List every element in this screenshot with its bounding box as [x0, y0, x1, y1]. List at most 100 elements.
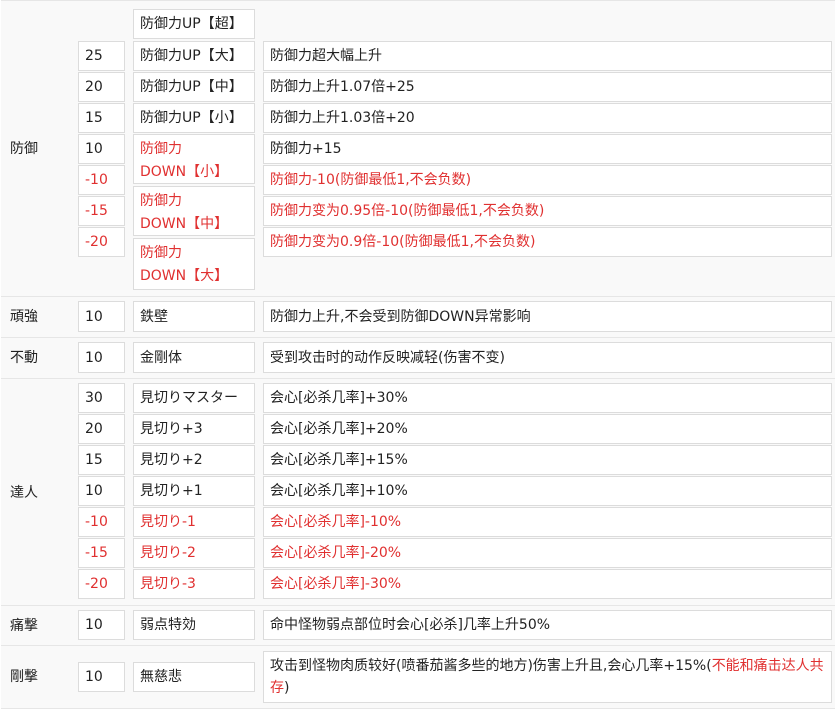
points-cell: -15 — [78, 538, 125, 568]
points-value: -15 — [85, 545, 108, 561]
skill-name: 不動 — [10, 350, 38, 366]
points-cell: 10 — [78, 662, 125, 692]
effect-desc: 防御力上升1.07倍+25 — [270, 79, 415, 95]
effect-desc: 攻击到怪物肉质较好(喷番茄酱多些的地方)伤害上升且,会心几率+15%(不能和痛击… — [270, 655, 825, 699]
effect-desc: 防御力超大幅上升 — [270, 48, 382, 64]
points-value: 10 — [85, 483, 103, 499]
skill-effect-name-cell: 防御力UP【超】 — [133, 9, 255, 39]
points-cell: 20 — [78, 414, 125, 444]
points-cell: 25 — [78, 41, 125, 71]
points-cell: -15 — [78, 196, 125, 226]
points-cell: 10 — [78, 134, 125, 164]
effect-desc: 命中怪物弱点部位时会心[必杀]几率上升50% — [270, 617, 551, 633]
effect-desc-cell: 防御力-10(防御最低1,不会负数) — [263, 165, 832, 195]
effect-desc-cell: 防御力变为0.95倍-10(防御最低1,不会负数) — [263, 196, 832, 226]
skill-effect-name-cell: 防御力 DOWN【小】 — [133, 134, 255, 184]
name-line-1: 防御力 — [140, 245, 182, 261]
points-value: 10 — [85, 617, 103, 633]
skill-effect-name: 弱点特効 — [140, 617, 196, 633]
skill-effect-name-cell: 見切り-1 — [133, 507, 255, 537]
effect-desc: 会心[必杀几率]-20% — [270, 545, 402, 561]
effect-desc-main: 攻击到怪物肉质较好(喷番茄酱多些的地方)伤害上升且,会心几率+15%( — [270, 658, 712, 674]
points-value: 30 — [85, 390, 103, 406]
skill-effect-name: 見切り+2 — [140, 452, 203, 468]
effect-desc: 会心[必杀几率]+20% — [270, 421, 408, 437]
points-cell: 20 — [78, 72, 125, 102]
skill-name: 剛撃 — [10, 669, 38, 685]
effect-desc-cell: 防御力上升1.07倍+25 — [263, 72, 832, 102]
skill-effect-name: 無慈悲 — [140, 669, 182, 685]
skill-effect-name-cell: 防御力UP【中】 — [133, 72, 255, 102]
skill-effect-name-cell: 無慈悲 — [133, 662, 255, 692]
points-value: 10 — [85, 308, 103, 325]
effect-desc: 防御力上升1.03倍+20 — [270, 110, 415, 126]
skill-name: 防御 — [10, 141, 38, 157]
effect-desc: 防御力上升,不会受到防御DOWN异常影响 — [270, 308, 531, 325]
skill-name: 達人 — [10, 485, 38, 501]
points-cell: 10 — [78, 301, 125, 332]
skill-effect-name: 見切り+1 — [140, 483, 203, 499]
points-value: 10 — [85, 141, 103, 157]
effect-desc-cell: 受到攻击时的动作反映减轻(伤害不变) — [263, 342, 832, 373]
points-cell: 30 — [78, 383, 125, 413]
skill-effect-name: 防御力UP【超】 — [140, 16, 243, 32]
effect-desc-cell: 会心[必杀几率]+15% — [263, 445, 832, 475]
skill-effect-name: 防御力UP【中】 — [140, 79, 243, 95]
points-cell: -10 — [78, 507, 125, 537]
name-line-2: DOWN【中】 — [140, 216, 229, 232]
effect-desc: 防御力变为0.95倍-10(防御最低1,不会负数) — [270, 203, 545, 219]
skill-effect-name-cell: 見切り-3 — [133, 569, 255, 599]
points-value: 10 — [85, 669, 103, 685]
effect-desc: 会心[必杀几率]-30% — [270, 576, 402, 592]
skill-effect-name: 見切り-3 — [140, 576, 196, 592]
points-cell: -20 — [78, 569, 125, 599]
skill-effect-name: 見切り-1 — [140, 514, 196, 530]
effect-desc: 会心[必杀几率]+10% — [270, 483, 408, 499]
points-value: -20 — [85, 234, 108, 250]
skill-effect-name: 見切りマスター — [140, 390, 238, 406]
effect-desc-cell: 会心[必杀几率]-30% — [263, 569, 832, 599]
effect-desc-cell: 防御力+15 — [263, 134, 832, 164]
skill-effect-name-cell: 見切り-2 — [133, 538, 255, 568]
points-value: 25 — [85, 48, 103, 64]
skill-effect-name-cell: 防御力UP【大】 — [133, 41, 255, 71]
points-cell: 10 — [78, 610, 125, 640]
skill-effect-name: 防御力 DOWN【小】 — [140, 138, 228, 184]
skill-effect-name-cell: 防御力 DOWN【中】 — [133, 186, 255, 236]
skill-effect-name-cell: 金剛体 — [133, 342, 255, 373]
skill-effect-name: 防御力 DOWN【中】 — [140, 190, 228, 236]
skill-effect-name-cell: 見切り+3 — [133, 414, 255, 444]
effect-desc: 会心[必杀几率]+30% — [270, 390, 408, 406]
points-value: -20 — [85, 576, 108, 592]
effect-desc-cell: 攻击到怪物肉质较好(喷番茄酱多些的地方)伤害上升且,会心几率+15%(不能和痛击… — [263, 651, 832, 703]
effect-desc: 防御力变为0.9倍-10(防御最低1,不会负数) — [270, 234, 536, 250]
effect-desc-cell: 命中怪物弱点部位时会心[必杀]几率上升50% — [263, 610, 832, 640]
skill-effect-name: 防御力UP【大】 — [140, 48, 243, 64]
points-value: 10 — [85, 349, 103, 366]
effect-desc-cell: 防御力超大幅上升 — [263, 41, 832, 71]
points-value: 20 — [85, 79, 103, 95]
effect-desc: 会心[必杀几率]+15% — [270, 452, 408, 468]
points-cell: 10 — [78, 476, 125, 506]
points-value: 20 — [85, 421, 103, 437]
effect-desc-cell: 会心[必杀几率]+10% — [263, 476, 832, 506]
effect-desc: 防御力-10(防御最低1,不会负数) — [270, 172, 472, 188]
skill-effect-name-cell: 見切り+2 — [133, 445, 255, 475]
skill-effect-name: 防御力 DOWN【大】 — [140, 242, 228, 288]
points-value: 15 — [85, 452, 103, 468]
effect-desc: 会心[必杀几率]-10% — [270, 514, 402, 530]
effect-desc-cell: 防御力变为0.9倍-10(防御最低1,不会负数) — [263, 227, 832, 257]
skill-effect-name-cell: 見切りマスター — [133, 383, 255, 413]
name-line-2: DOWN【小】 — [140, 164, 229, 180]
effect-desc-cell: 会心[必杀几率]-10% — [263, 507, 832, 537]
effect-desc-cell: 防御力上升,不会受到防御DOWN异常影响 — [263, 301, 832, 332]
name-line-2: DOWN【大】 — [140, 268, 229, 284]
points-value: 15 — [85, 110, 103, 126]
skill-effect-name-cell: 防御力 DOWN【大】 — [133, 238, 255, 290]
skill-effect-name: 見切り+3 — [140, 421, 203, 437]
points-value: -15 — [85, 203, 108, 219]
skill-effect-name: 見切り-2 — [140, 545, 196, 561]
skill-effect-name: 防御力UP【小】 — [140, 110, 243, 126]
skill-effect-name-cell: 防御力UP【小】 — [133, 103, 255, 133]
name-line-1: 防御力 — [140, 193, 182, 209]
